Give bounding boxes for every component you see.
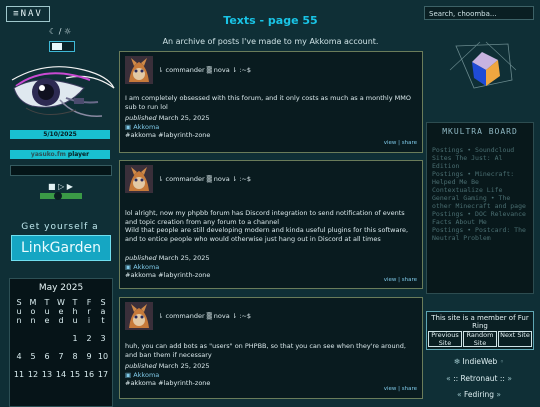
radio-player-label: yasuko.fm player — [10, 150, 110, 159]
moon-icon: ☾ — [49, 27, 57, 36]
post-actions: view | share — [383, 140, 417, 146]
cyber-eye-logo — [11, 66, 115, 117]
sun-icon: ☼ — [63, 27, 72, 36]
share-link[interactable]: share — [402, 386, 417, 392]
fur-ring-text: This site is a member of Fur Ring — [431, 314, 529, 330]
calendar-grid: SMTWTFS uouehra nneduit 123 4 5 6 7 8 9 10 11 1… — [13, 298, 109, 379]
nav-menu-button[interactable]: ≡NAV — [6, 6, 50, 22]
post-actions: view | share — [383, 386, 417, 392]
view-link[interactable]: view — [384, 140, 397, 146]
calendar-title: May 2025 — [38, 283, 84, 293]
list-item[interactable]: Postings • Minecraft: Helped Me Be Conte… — [432, 170, 530, 194]
post-header: ⇂ commander ▒ nova ⇂ :~$ — [158, 66, 252, 74]
avatar[interactable] — [125, 165, 153, 193]
akkoma-link[interactable]: ▣ Akkoma — [125, 263, 210, 272]
post-header: ⇂ commander ▒ nova ⇂ :~$ — [158, 312, 252, 320]
post-meta: published March 25, 2025 ▣ Akkoma #akkom… — [125, 254, 211, 280]
cube-icon — [449, 41, 517, 89]
post-body: huh, you can add bots as "users" on PHPB… — [125, 342, 406, 359]
avatar[interactable] — [125, 302, 153, 330]
share-link[interactable]: share — [402, 140, 417, 146]
post-body: I am completely obsessed with this forum… — [125, 94, 411, 111]
post-body-continued: Wild that people are still developing mo… — [125, 226, 409, 243]
theme-toggle[interactable] — [49, 41, 75, 52]
post-meta: published March 25, 2025 ▣ Akkoma #akkom… — [125, 114, 211, 140]
post-card: ⇂ commander ▒ nova ⇂ :~$ lol alright, no… — [119, 160, 423, 289]
post-actions: view | share — [383, 277, 417, 283]
board-title: MKULTRA BOARD — [442, 127, 518, 136]
view-link[interactable]: view — [384, 386, 397, 392]
calendar: May 2025 SMTWTFS uouehra nneduit 123 456… — [9, 278, 113, 407]
board-list: Postings • Soundcloud Sites The Just: Al… — [432, 146, 530, 242]
akkoma-link[interactable]: ▣ Akkoma — [125, 371, 210, 380]
list-item[interactable]: Postings • DOC Relevance Facts About Me — [432, 210, 530, 226]
list-item[interactable]: Postings • Soundcloud Sites The Just: Al… — [432, 146, 530, 170]
view-link[interactable]: view — [384, 277, 397, 283]
akkoma-link[interactable]: ▣ Akkoma — [125, 123, 210, 132]
avatar[interactable] — [125, 56, 153, 84]
indieweb-link[interactable]: ❄ IndieWeb ◦ — [426, 357, 532, 366]
player-controls[interactable]: ■ ▷ ▶ — [48, 182, 73, 191]
fediring-link[interactable]: « Fediring » — [426, 390, 532, 399]
player-progress-bar[interactable] — [10, 165, 112, 176]
post-card: ⇂ commander ▒ nova ⇂ :~$ huh, you can ad… — [119, 297, 423, 399]
page-subtitle: An archive of posts I've made to my Akko… — [162, 37, 379, 46]
post-tags[interactable]: #akkoma #labyrinth-zone — [125, 271, 210, 280]
post-header: ⇂ commander ▒ nova ⇂ :~$ — [158, 175, 252, 183]
fur-ring-widget: This site is a member of Fur Ring Previo… — [426, 311, 534, 350]
retronaut-link[interactable]: « :: Retronaut :: » — [426, 374, 532, 383]
post-body: lol alright, now my phpbb forum has Disc… — [125, 209, 405, 226]
random-site-button[interactable]: Random Site — [463, 331, 497, 347]
share-link[interactable]: share — [402, 277, 417, 283]
post-card: ⇂ commander ▒ nova ⇂ :~$ I am completely… — [119, 51, 423, 153]
linkgarden-prompt: Get yourself a — [21, 222, 99, 232]
list-item[interactable]: Postings • Postcard: The Neutral Problem — [432, 226, 530, 242]
post-meta: published March 25, 2025 ▣ Akkoma #akkom… — [125, 362, 211, 388]
theme-switch-label: ☾ / ☼ — [49, 27, 72, 36]
post-tags[interactable]: #akkoma #labyrinth-zone — [125, 131, 210, 140]
list-item[interactable]: General Gaming • The other Minecraft and… — [432, 194, 530, 210]
post-tags[interactable]: #akkoma #labyrinth-zone — [125, 379, 210, 388]
page-title: Texts - page 55 — [223, 14, 318, 27]
mkultra-board: MKULTRA BOARD Postings • Soundcloud Site… — [426, 122, 534, 294]
linkgarden-button[interactable]: LinkGarden — [11, 235, 111, 261]
search-input[interactable]: Search, choomba... — [424, 6, 534, 20]
next-site-button[interactable]: Next Site — [498, 331, 532, 347]
prev-site-button[interactable]: Previous Site — [428, 331, 462, 347]
date-display: 5/10/2025 — [10, 130, 110, 139]
volume-slider[interactable] — [40, 192, 82, 200]
